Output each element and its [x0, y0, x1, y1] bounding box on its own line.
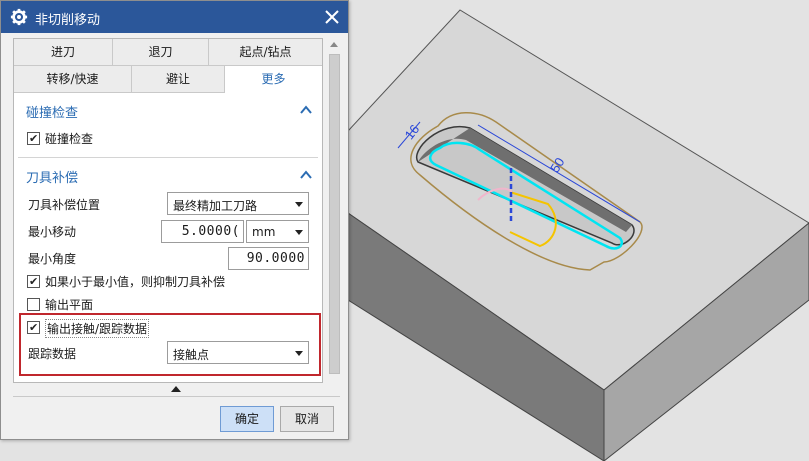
comp-position-label: 刀具补偿位置 [28, 198, 101, 212]
chevron-up-icon[interactable] [300, 105, 312, 115]
chevron-up-icon[interactable] [300, 170, 312, 180]
scroll-up-icon[interactable] [330, 42, 338, 47]
chevron-down-icon [295, 202, 303, 207]
suppress-comp-checkbox[interactable]: ✔ [27, 275, 40, 288]
tab-avoidance[interactable]: 避让 [132, 66, 225, 93]
dialog-titlebar[interactable]: 非切削移动 [1, 1, 348, 33]
min-move-label: 最小移动 [28, 225, 77, 239]
tab-engage[interactable]: 进刀 [14, 39, 113, 66]
section-divider [18, 157, 318, 158]
collision-check-section-title: 碰撞检查 [26, 106, 79, 121]
cancel-button[interactable]: 取消 [280, 406, 334, 432]
comp-position-select[interactable]: 最终精加工刀路 [167, 192, 309, 215]
comp-position-value: 最终精加工刀路 [173, 199, 258, 213]
output-plane-checkbox[interactable] [27, 298, 40, 311]
ok-button[interactable]: 确定 [220, 406, 274, 432]
check-icon: ✔ [29, 132, 39, 145]
scrollbar-thumb[interactable] [329, 54, 340, 374]
tab-more[interactable]: 更多 [225, 66, 322, 93]
suppress-comp-label: 如果小于最小值，则抑制刀具补偿 [45, 275, 226, 289]
tab-transfer-rapid[interactable]: 转移/快速 [14, 66, 132, 93]
tab-retract[interactable]: 退刀 [113, 39, 209, 66]
collapse-toggle-icon[interactable] [171, 386, 181, 392]
tool-comp-section-title: 刀具补偿 [26, 171, 79, 186]
min-move-unit-select[interactable]: mm [246, 220, 309, 243]
check-icon: ✔ [29, 275, 39, 288]
min-angle-input[interactable]: 90.0000 [228, 247, 309, 270]
non-cutting-moves-dialog: 非切削移动 进刀 退刀 起点/钻点 转移/快速 避让 更多 碰撞检查 ✔ 碰撞检… [0, 0, 349, 440]
min-move-input[interactable]: 5.0000( [161, 220, 244, 243]
tool-comp-section-header[interactable]: 刀具补偿 [14, 162, 322, 190]
dialog-title: 非切削移动 [35, 13, 101, 28]
highlight-box [19, 313, 321, 376]
min-angle-label: 最小角度 [28, 252, 77, 266]
collision-check-section-header[interactable]: 碰撞检查 [14, 97, 322, 125]
close-icon[interactable] [323, 8, 341, 26]
panel-scrollbar[interactable] [327, 38, 342, 383]
min-move-unit-value: mm [252, 225, 276, 239]
collision-check-checkbox[interactable]: ✔ [27, 132, 40, 145]
bottom-divider [13, 396, 340, 397]
tab-start-drill-points[interactable]: 起点/钻点 [209, 39, 322, 66]
gear-icon[interactable] [10, 8, 28, 26]
collision-check-label: 碰撞检查 [45, 132, 94, 146]
chevron-down-icon [295, 230, 303, 235]
output-plane-label: 输出平面 [45, 298, 94, 312]
